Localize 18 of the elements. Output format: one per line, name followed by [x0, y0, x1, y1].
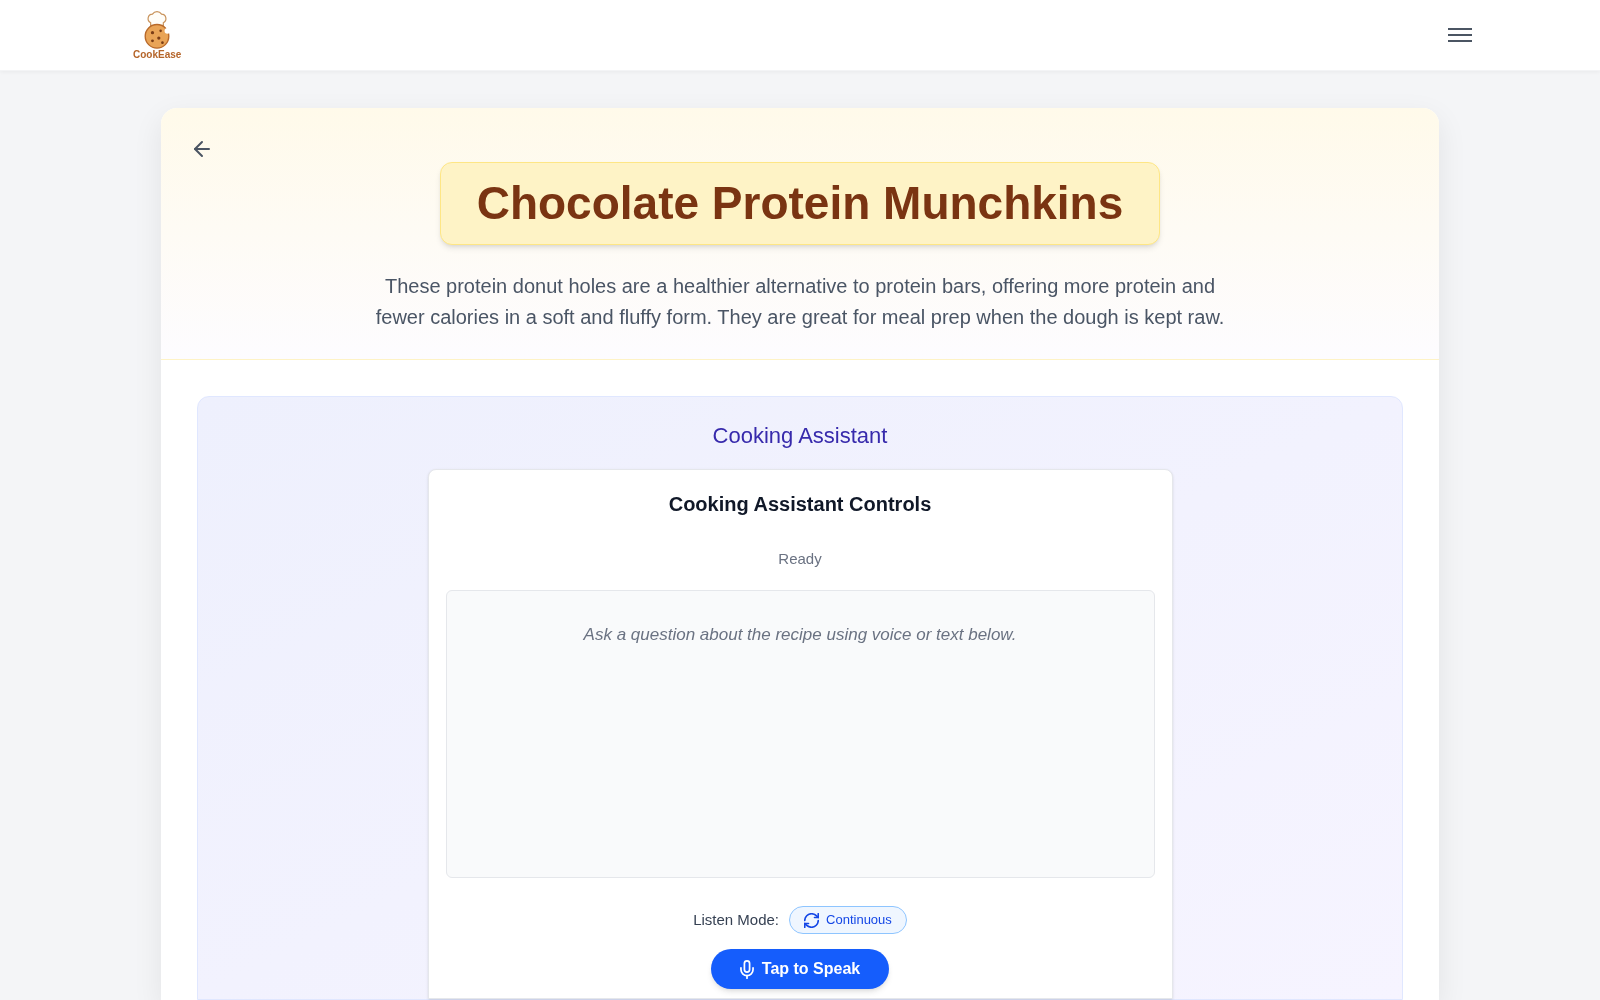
listen-mode-label: Listen Mode: — [693, 909, 780, 930]
refresh-icon — [804, 912, 820, 928]
recipe-title: Chocolate Protein Munchkins — [439, 162, 1161, 245]
listen-mode-button[interactable]: Continuous — [789, 906, 907, 934]
logo-link[interactable]: CookEase — [133, 9, 182, 61]
microphone-icon — [739, 959, 754, 979]
back-button[interactable] — [193, 140, 211, 158]
cookie-chef-hat-icon — [142, 9, 173, 49]
status-text: Ready — [778, 549, 822, 569]
menu-icon — [1448, 27, 1472, 43]
controls-title: Cooking Assistant Controls — [668, 492, 932, 517]
logo-text: CookEase — [133, 48, 182, 61]
back-arrow-icon — [193, 140, 211, 158]
assistant-heading: Cooking Assistant — [712, 422, 888, 450]
menu-button[interactable] — [1448, 27, 1472, 43]
empty-state-text: Ask a question about the recipe using voice or text below. — [583, 624, 1017, 646]
recipe-description: These protein donut holes are a healthier alternative to protein bars, offering more protein and fewer calories in a soft and fluffy form. They are great for meal prep when the dough is kept raw. — [374, 274, 1226, 330]
speak-button[interactable]: Tap to Speak — [711, 949, 889, 989]
